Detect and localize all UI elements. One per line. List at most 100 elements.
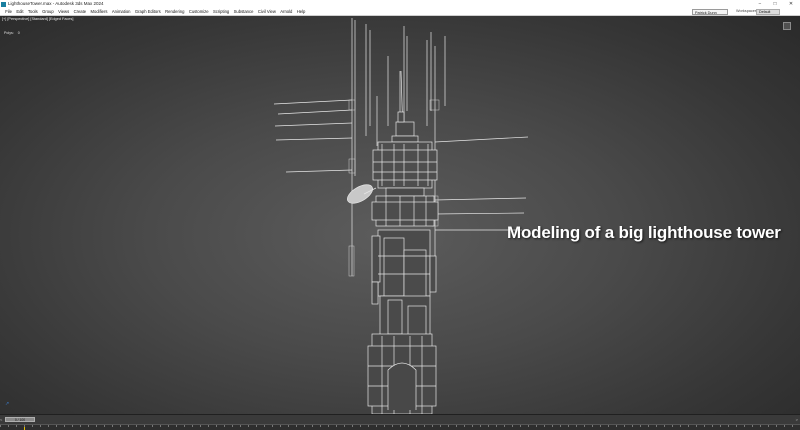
timeline-prev-arrow[interactable]: < [0,417,2,422]
timeline-tick [376,425,377,427]
timeline-tick [360,425,361,427]
close-button[interactable]: ✕ [786,0,796,8]
timeline-tick [216,425,217,427]
timeline-tick [64,425,65,427]
timeline-tick [464,425,465,427]
menu-animation[interactable]: Animation [110,8,133,15]
menu-help[interactable]: Help [295,8,308,15]
timeline-tick [600,425,601,427]
timeline-tick [248,425,249,427]
overlay-caption: Modeling of a big lighthouse tower [507,223,781,242]
timeline-tick [200,425,201,427]
timeline-tick [616,425,617,427]
menu-substance[interactable]: Substance [231,8,255,15]
menu-create[interactable]: Create [71,8,88,15]
sign-in-button[interactable]: Patrick Dunn [692,8,728,15]
timeline-tick [640,425,641,427]
timeline-tick [344,425,345,427]
timeline-tick [408,425,409,427]
menu-civil-view[interactable]: Civil View [256,8,278,15]
axis-gizmo-icon: ↗ [5,401,10,407]
timeline-tick [208,425,209,427]
timeline-tick [544,425,545,427]
timeline-tick [80,425,81,427]
menu-scripting[interactable]: Scripting [211,8,232,15]
app-icon [1,1,6,7]
timeline-tick [648,425,649,427]
timeline-tick [672,425,673,427]
timeline-tick [280,425,281,427]
timeline-next-arrow[interactable]: > [796,417,798,422]
timeline-tick [264,425,265,427]
timeline-tick [696,425,697,427]
timeline-tick [128,425,129,427]
menu-customize[interactable]: Customize [187,8,211,15]
minimize-button[interactable]: − [755,0,765,8]
timeline-tick [456,425,457,427]
menu-modifiers[interactable]: Modifiers [88,8,109,15]
timeline-tick [608,425,609,427]
timeline-tick [336,425,337,427]
timeline-tick [744,425,745,427]
timeline-tick [48,425,49,427]
timeline-ruler[interactable] [0,424,800,430]
timeline-tick [592,425,593,427]
timeline-tick [40,425,41,427]
timeline-tick [704,425,705,427]
timeline-tick [104,425,105,427]
menu-views[interactable]: Views [56,8,71,15]
menu-file[interactable]: File [3,8,14,15]
upper-module [372,141,438,189]
timeline-tick [568,425,569,427]
timeline-tick [440,425,441,427]
menu-edit[interactable]: Edit [14,8,26,15]
timeline-tick [224,425,225,427]
time-slider[interactable]: 0 / 100 [5,417,35,422]
maximize-button[interactable]: □ [770,0,780,8]
timeline-tick [560,425,561,427]
timeline-tick [392,425,393,427]
timeline-tick [736,425,737,427]
timeline-tick [416,425,417,427]
timeline-tick [384,425,385,427]
timeline-tick [792,425,793,427]
timeline-tick [504,425,505,427]
second-module [371,195,439,227]
timeline-tick [352,425,353,427]
timeline-tick [184,425,185,427]
timeline-tick [656,425,657,427]
menu-bar: File Edit Tools Group Views Create Modif… [0,8,800,16]
menu-arnold[interactable]: Arnold [278,8,294,15]
menu-rendering[interactable]: Rendering [163,8,187,15]
timeline-tick [0,425,1,427]
timeline-tick [256,425,257,427]
timeline-tick [480,425,481,427]
menu-tools[interactable]: Tools [26,8,40,15]
lighthouse-tower-model[interactable] [0,16,800,414]
timeline-tick [584,425,585,427]
timeline-tick [688,425,689,427]
lantern-top [391,111,419,143]
timeline-tick [776,425,777,427]
perspective-viewport[interactable]: [+] [Perspective] [Standard] [Edged Face… [0,16,800,414]
timeline-tick [448,425,449,427]
timeline-tick [160,425,161,427]
timeline-tick [72,425,73,427]
timeline-tick [712,425,713,427]
timeline-tick [112,425,113,427]
timeline-tick [8,425,9,427]
neck-ring [385,187,425,197]
timeline-tick [432,425,433,427]
window-title: LighthouseTower.max - Autodesk 3ds Max 2… [8,1,104,6]
timeline-tick [16,425,17,427]
menu-group[interactable]: Group [40,8,56,15]
workspace-select[interactable]: Default [756,8,780,15]
timeline-tick [760,425,761,427]
timeline-tick [56,425,57,427]
menu-graph-editors[interactable]: Graph Editors [133,8,163,15]
tower-base [367,333,437,414]
timeline-tick [320,425,321,427]
timeline-tick [368,425,369,427]
timeline-tick [240,425,241,427]
menu-items: File Edit Tools Group Views Create Modif… [3,8,308,15]
